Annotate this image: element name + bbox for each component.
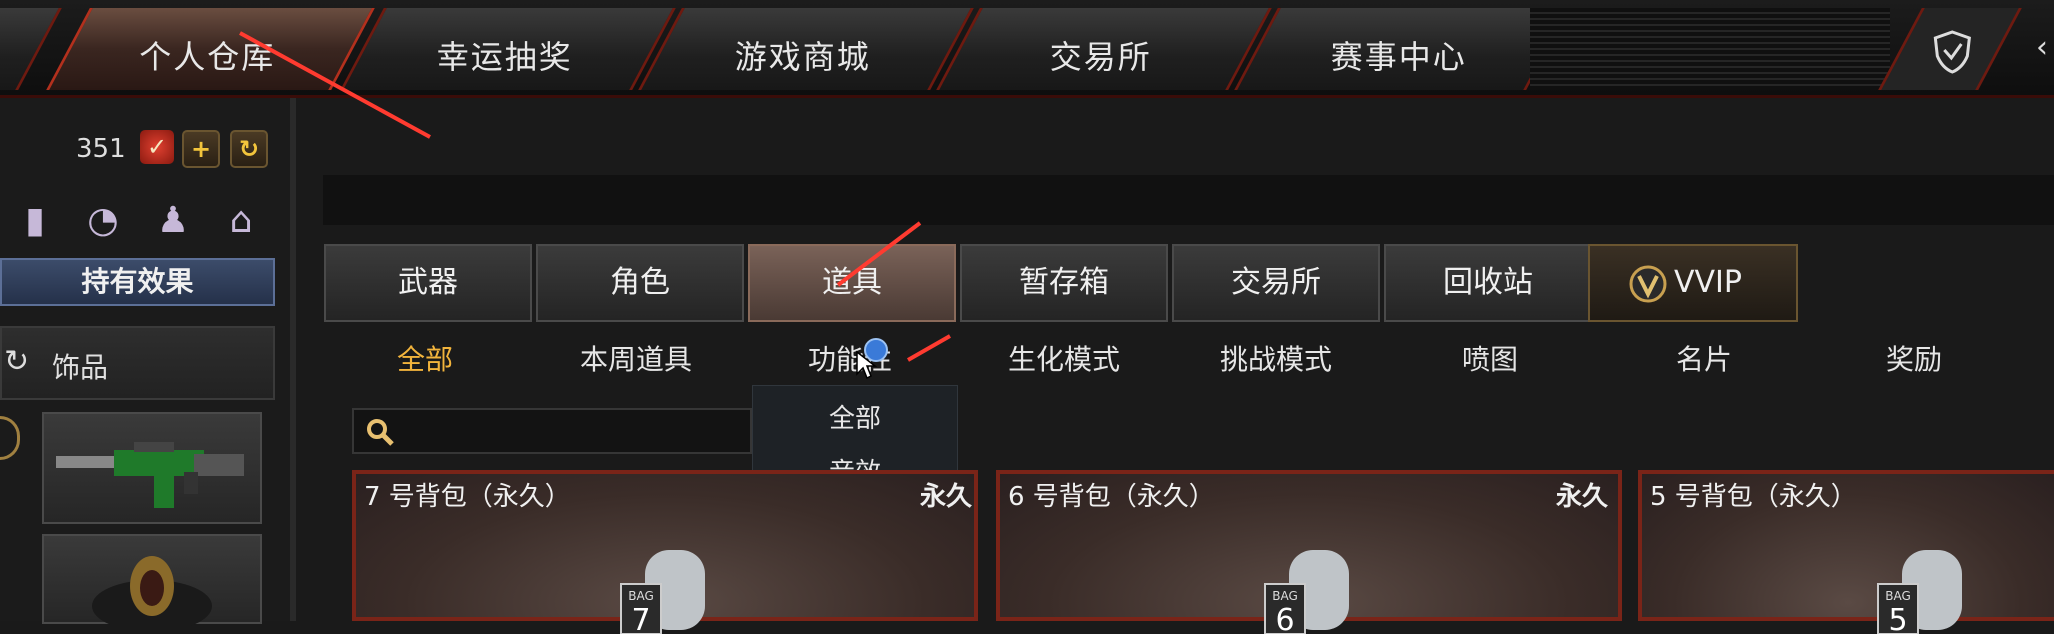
- svg-text:BAG: BAG: [628, 589, 654, 603]
- accessory-label: 饰品: [52, 351, 109, 384]
- item-name: 7 号背包（永久）: [364, 482, 571, 512]
- subtab-name-cards[interactable]: 名片: [1676, 338, 1732, 378]
- vip-badge-icon: [0, 416, 20, 460]
- tab-characters[interactable]: 角色: [536, 244, 744, 322]
- subtab-zombie-mode[interactable]: 生化模式: [1008, 338, 1120, 378]
- item-name: 5 号背包（永久）: [1650, 482, 1857, 512]
- bag-number: 6: [1275, 603, 1294, 634]
- tab-recycle-bin[interactable]: 回收站: [1384, 244, 1592, 322]
- item-duration: 永久: [1555, 482, 1608, 512]
- mouse-icon[interactable]: ⌂: [218, 198, 264, 244]
- tab-label: 交易所: [1049, 38, 1152, 76]
- refresh-button[interactable]: ↻: [230, 130, 268, 168]
- item-card[interactable]: 5 号背包（永久） BAG 5: [1638, 470, 2054, 634]
- tab-game-store[interactable]: 游戏商城: [638, 8, 974, 90]
- subtab-weekly-items[interactable]: 本周道具: [580, 338, 692, 378]
- item-card[interactable]: 7 号背包（永久） 永久 BAG 7: [352, 470, 978, 634]
- tab-label: 游戏商城: [734, 38, 871, 76]
- bag-number: 7: [631, 603, 650, 634]
- tab-weapons[interactable]: 武器: [324, 244, 532, 322]
- item-duration: 永久: [919, 482, 972, 512]
- tab-exchange[interactable]: 交易所: [936, 8, 1272, 90]
- subtab-all[interactable]: 全部: [397, 338, 453, 378]
- annotation-arrow: [836, 221, 922, 287]
- annotation-arrow: [907, 334, 951, 362]
- search-input[interactable]: [352, 408, 752, 454]
- chevron-left-icon[interactable]: ‹: [2036, 30, 2048, 65]
- refresh-icon: ↻: [4, 344, 30, 379]
- left-panel: 351 ✓ + ↻ ▮ ◔ ♟ ⌂ 持有效果 ↻ 饰品: [0, 98, 296, 632]
- character-icon[interactable]: ♟: [150, 198, 196, 244]
- subtab-sprays[interactable]: 喷图: [1462, 338, 1518, 378]
- info-strip: [323, 175, 2054, 225]
- bag-number: 5: [1888, 603, 1907, 634]
- accessory-thumbnail[interactable]: [42, 534, 262, 632]
- dropdown-option-all[interactable]: 全部: [753, 398, 957, 435]
- svg-text:BAG: BAG: [1272, 589, 1298, 603]
- tab-event-center[interactable]: 赛事中心: [1234, 8, 1570, 90]
- weapon-thumbnail[interactable]: [42, 412, 262, 524]
- nav-stripes: [1530, 8, 1890, 90]
- subtab-challenge-mode[interactable]: 挑战模式: [1220, 338, 1332, 378]
- cursor-icon: [856, 350, 877, 380]
- add-currency-button[interactable]: +: [182, 130, 220, 168]
- subtab-rewards[interactable]: 奖励: [1886, 338, 1942, 378]
- currency-amount: 351: [76, 134, 126, 164]
- vvip-icon: [1629, 265, 1667, 303]
- vvip-label: VVIP: [1674, 265, 1742, 300]
- stats-icon[interactable]: ▮: [12, 198, 58, 244]
- svg-text:BAG: BAG: [1885, 589, 1911, 603]
- item-card[interactable]: 6 号背包（永久） 永久 BAG 6: [996, 470, 1622, 634]
- tab-exchange-items[interactable]: 交易所: [1172, 244, 1380, 322]
- history-icon[interactable]: ◔: [80, 198, 126, 244]
- held-effect-button[interactable]: 持有效果: [0, 258, 275, 306]
- accessory-row[interactable]: ↻ 饰品: [0, 326, 275, 400]
- tab-label: 赛事中心: [1330, 38, 1467, 76]
- search-icon: [367, 419, 394, 446]
- item-name: 6 号背包（永久）: [1008, 482, 1215, 512]
- security-button[interactable]: [1878, 8, 2022, 90]
- tab-storage-box[interactable]: 暂存箱: [960, 244, 1168, 322]
- shield-icon: [1932, 30, 1972, 78]
- tab-vvip[interactable]: VVIP: [1588, 244, 1798, 322]
- coin-icon: ✓: [140, 130, 174, 164]
